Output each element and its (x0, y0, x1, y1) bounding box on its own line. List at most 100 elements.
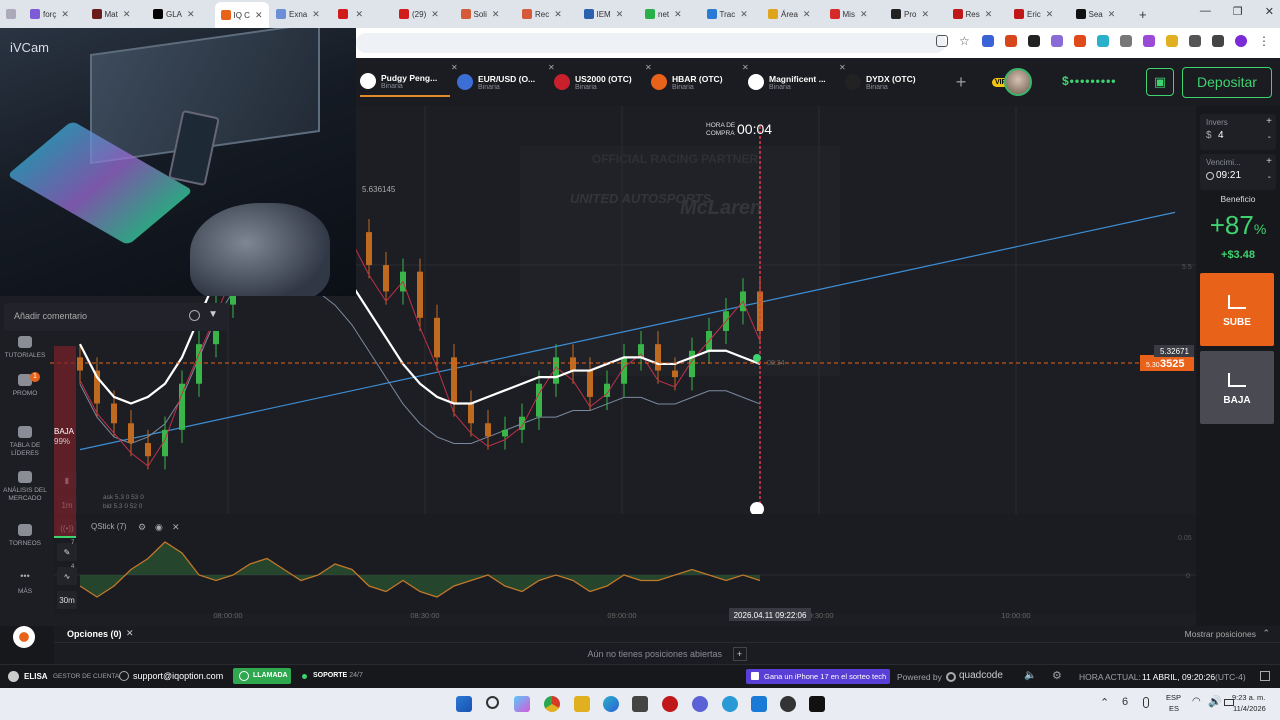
chrome-icon[interactable] (544, 696, 560, 712)
tournaments-nav[interactable]: TORNEOS (0, 524, 50, 548)
more-nav[interactable]: ••• MÁS (0, 572, 50, 596)
close-tab-icon[interactable]: ✕ (1046, 9, 1054, 20)
browser-tab[interactable]: (29) ✕ (399, 4, 439, 24)
indicator-visibility-icon[interactable]: ◉ (155, 522, 163, 532)
market-analysis-nav[interactable]: ANÁLISIS DEL MERCADO (0, 471, 50, 503)
browser-tab[interactable]: Exna ✕ (276, 4, 320, 24)
search-icon[interactable] (486, 696, 499, 709)
indicators-button[interactable]: ∿ (64, 572, 71, 581)
address-input[interactable] (356, 33, 946, 53)
close-tab-icon[interactable]: ✕ (312, 9, 320, 20)
avatar[interactable] (1004, 68, 1032, 96)
browser-tab[interactable]: net ✕ (645, 4, 682, 24)
call-button[interactable]: LLAMADA (233, 668, 291, 684)
close-asset-icon[interactable]: ✕ (451, 63, 458, 72)
indicator-settings-icon[interactable]: ⚙ (138, 522, 146, 532)
extension-icon[interactable] (1051, 35, 1063, 47)
close-tab-icon[interactable]: ✕ (985, 9, 993, 20)
volume-icon[interactable]: 🔈 (1024, 670, 1036, 681)
emoji-icon[interactable] (189, 310, 200, 321)
mic-icon[interactable] (1143, 697, 1149, 708)
baja-button[interactable]: BAJA (1200, 351, 1274, 424)
asset-tab[interactable]: ✕ DYDX (OTC) Binaria (839, 63, 935, 97)
copilot-icon[interactable] (514, 696, 530, 712)
fullscreen-icon[interactable] (1260, 671, 1270, 681)
browser-tab[interactable]: Mat ✕ (91, 4, 131, 24)
browser-tab[interactable]: Sea ✕ (1075, 4, 1116, 24)
asset-tab[interactable]: ✕ HBAR (OTC) Binaria (645, 63, 741, 97)
puzzle-icon[interactable] (1189, 35, 1201, 47)
speaker-icon[interactable]: 🔊 (1208, 695, 1222, 708)
media-icon[interactable] (1212, 35, 1224, 47)
close-tab-icon[interactable]: ✕ (431, 9, 439, 20)
menu-dots-icon[interactable]: ⋮ (1258, 35, 1270, 47)
asset-tab[interactable]: ✕ US2000 (OTC) Binaria (548, 63, 644, 97)
shield-icon[interactable] (1120, 35, 1132, 47)
draw-tool-button[interactable]: ✎ (64, 548, 71, 557)
close-tab-icon[interactable]: ✕ (674, 9, 682, 20)
extension-icon[interactable] (1028, 35, 1040, 47)
app-icon[interactable] (692, 696, 708, 712)
tray-chevron-icon[interactable]: ⌃ (1100, 696, 1109, 709)
chevron-up-icon[interactable]: ⌃ (1262, 628, 1270, 639)
browser-tab[interactable]: Rec ✕ (522, 4, 562, 24)
close-asset-icon[interactable]: ✕ (742, 63, 749, 72)
promo-nav[interactable]: PROMO (0, 374, 50, 398)
deposit-button[interactable]: Depositar (1182, 67, 1272, 98)
close-tab-icon[interactable]: ✕ (860, 9, 868, 20)
add-asset-button[interactable]: + (946, 68, 976, 96)
close-tab-icon[interactable]: ✕ (492, 9, 500, 20)
extension-icon[interactable] (982, 35, 994, 47)
asset-tab[interactable]: ✕ EUR/USD (O... Binaria (451, 63, 547, 97)
balance-display[interactable]: $••••••••• (1062, 74, 1116, 88)
browser-tab[interactable]: Pro ✕ (891, 4, 929, 24)
close-tab-icon[interactable]: ✕ (356, 9, 364, 20)
app-icon[interactable] (751, 696, 767, 712)
browser-tab[interactable]: Eric ✕ (1014, 4, 1053, 24)
options-tab[interactable]: Opciones (0) (67, 629, 122, 639)
iq-option-logo-icon[interactable] (13, 626, 35, 648)
browser-tab[interactable]: Mis ✕ (829, 4, 868, 24)
close-tab-icon[interactable]: ✕ (61, 9, 69, 20)
close-tab-icon[interactable]: ✕ (921, 9, 929, 20)
close-tab-icon[interactable]: ✕ (187, 9, 195, 20)
profile-icon[interactable] (1235, 35, 1247, 47)
new-tab-button[interactable]: + (1139, 4, 1147, 24)
app-icon[interactable] (722, 696, 738, 712)
extension-icon[interactable] (1166, 35, 1178, 47)
close-asset-icon[interactable]: ✕ (548, 63, 555, 72)
plus-icon[interactable]: + (1266, 156, 1272, 167)
tiktok-icon[interactable] (809, 696, 825, 712)
app-icon[interactable] (780, 696, 796, 712)
extension-icon[interactable] (1005, 35, 1017, 47)
support-email[interactable]: support@iqoption.com (133, 671, 223, 681)
tray-icon[interactable]: 6 (1122, 696, 1128, 708)
plus-icon[interactable]: + (1266, 116, 1272, 127)
close-tab-icon[interactable]: ✕ (123, 9, 131, 20)
asset-tab[interactable]: ✕ Magnificent ... Binaria (742, 63, 838, 97)
wifi-icon[interactable]: ◠ (1192, 696, 1201, 707)
browser-tab[interactable]: ✕ (337, 4, 364, 24)
indicator-close-icon[interactable]: ✕ (172, 522, 180, 532)
add-position-button[interactable]: + (732, 647, 747, 661)
close-asset-icon[interactable]: ✕ (839, 63, 846, 72)
browser-tab[interactable]: forç ✕ (30, 4, 69, 24)
settings-gear-icon[interactable]: ⚙ (1052, 669, 1062, 682)
bookmark-star-icon[interactable]: ☆ (959, 35, 971, 47)
restore-icon[interactable]: ❐ (1233, 5, 1243, 18)
install-app-icon[interactable] (936, 35, 948, 47)
close-tab-icon[interactable]: ✕ (803, 9, 811, 20)
tutorials-nav[interactable]: TUTORIALES (0, 336, 50, 360)
extension-icon[interactable] (1074, 35, 1086, 47)
promo-banner[interactable]: Gana un iPhone 17 en el sorteo tech (746, 669, 890, 684)
close-tab-icon[interactable]: ✕ (554, 9, 562, 20)
browser-tab[interactable]: IEM ✕ (583, 4, 623, 24)
close-tab-icon[interactable]: ✕ (1108, 9, 1116, 20)
close-asset-icon[interactable]: ✕ (645, 63, 652, 72)
investment-field[interactable]: Invers $ 4 + - (1200, 114, 1276, 150)
app-icon[interactable] (662, 696, 678, 712)
close-window-icon[interactable]: ✕ (1265, 5, 1274, 18)
wallet-button[interactable]: ▣ (1146, 68, 1174, 96)
extension-icon[interactable] (1097, 35, 1109, 47)
minimize-icon[interactable]: — (1200, 5, 1211, 18)
